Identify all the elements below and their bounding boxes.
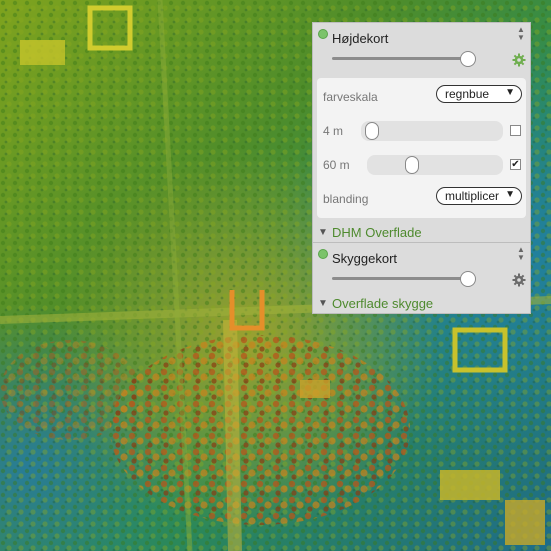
- opacity-row-skyggekort: [313, 269, 530, 293]
- colorscale-row: farveskala regnbue ▼: [317, 80, 526, 114]
- min-height-label: 4 m: [323, 124, 344, 138]
- triangle-down-icon: ▼: [318, 298, 328, 309]
- gear-icon[interactable]: [512, 53, 526, 67]
- layer-header-hoejdekort: Højdekort ▲ ▼: [313, 23, 530, 49]
- opacity-slider-track[interactable]: [332, 57, 468, 60]
- triangle-down-icon: ▼: [505, 189, 515, 200]
- layer-title: Skyggekort: [332, 251, 398, 266]
- colorscale-label: farveskala: [323, 90, 378, 104]
- max-height-slider-handle[interactable]: [405, 156, 419, 174]
- source-label[interactable]: Overflade skygge: [332, 296, 433, 311]
- triangle-down-icon: ▼: [505, 87, 515, 98]
- blend-select[interactable]: multiplicer ▼: [436, 187, 522, 205]
- max-height-row: 60 m ✔: [317, 148, 526, 182]
- min-height-slider-handle[interactable]: [365, 122, 379, 140]
- colorscale-value: regnbue: [445, 87, 490, 101]
- layer-title: Højdekort: [332, 31, 389, 46]
- blend-row: blanding multiplicer ▼: [317, 182, 526, 216]
- colorscale-select[interactable]: regnbue ▼: [436, 85, 522, 103]
- min-height-checkbox[interactable]: [510, 125, 521, 136]
- layer-settings: farveskala regnbue ▼ 4 m 60 m ✔ blanding…: [317, 78, 526, 218]
- blend-label: blanding: [323, 192, 369, 206]
- up-down-arrows-icon[interactable]: ▲ ▼: [516, 246, 526, 262]
- opacity-slider-handle[interactable]: [460, 51, 476, 67]
- blend-value: multiplicer: [445, 189, 500, 203]
- opacity-slider-handle[interactable]: [460, 271, 476, 287]
- max-height-label: 60 m: [323, 158, 350, 172]
- max-height-checkbox[interactable]: ✔: [510, 159, 521, 170]
- source-label[interactable]: DHM Overflade: [332, 225, 422, 240]
- opacity-row-hoejdekort: [313, 49, 530, 73]
- gear-icon[interactable]: [512, 273, 526, 287]
- up-down-arrows-icon[interactable]: ▲ ▼: [516, 26, 526, 42]
- layer-visible-dot-icon[interactable]: [318, 249, 328, 259]
- min-height-row: 4 m: [317, 114, 526, 148]
- min-height-slider[interactable]: [361, 121, 503, 141]
- source-toggle-hoejdekort[interactable]: ▼ DHM Overflade: [313, 222, 530, 242]
- max-height-slider[interactable]: [367, 155, 503, 175]
- layer-header-skyggekort: Skyggekort ▲ ▼: [313, 243, 530, 269]
- layer-visible-dot-icon[interactable]: [318, 29, 328, 39]
- layer-panel: Højdekort ▲ ▼ farveskala regnbue ▼ 4 m 6…: [312, 22, 531, 314]
- triangle-down-icon: ▼: [318, 227, 328, 238]
- opacity-slider-track[interactable]: [332, 277, 468, 280]
- source-toggle-skyggekort[interactable]: ▼ Overflade skygge: [313, 293, 530, 313]
